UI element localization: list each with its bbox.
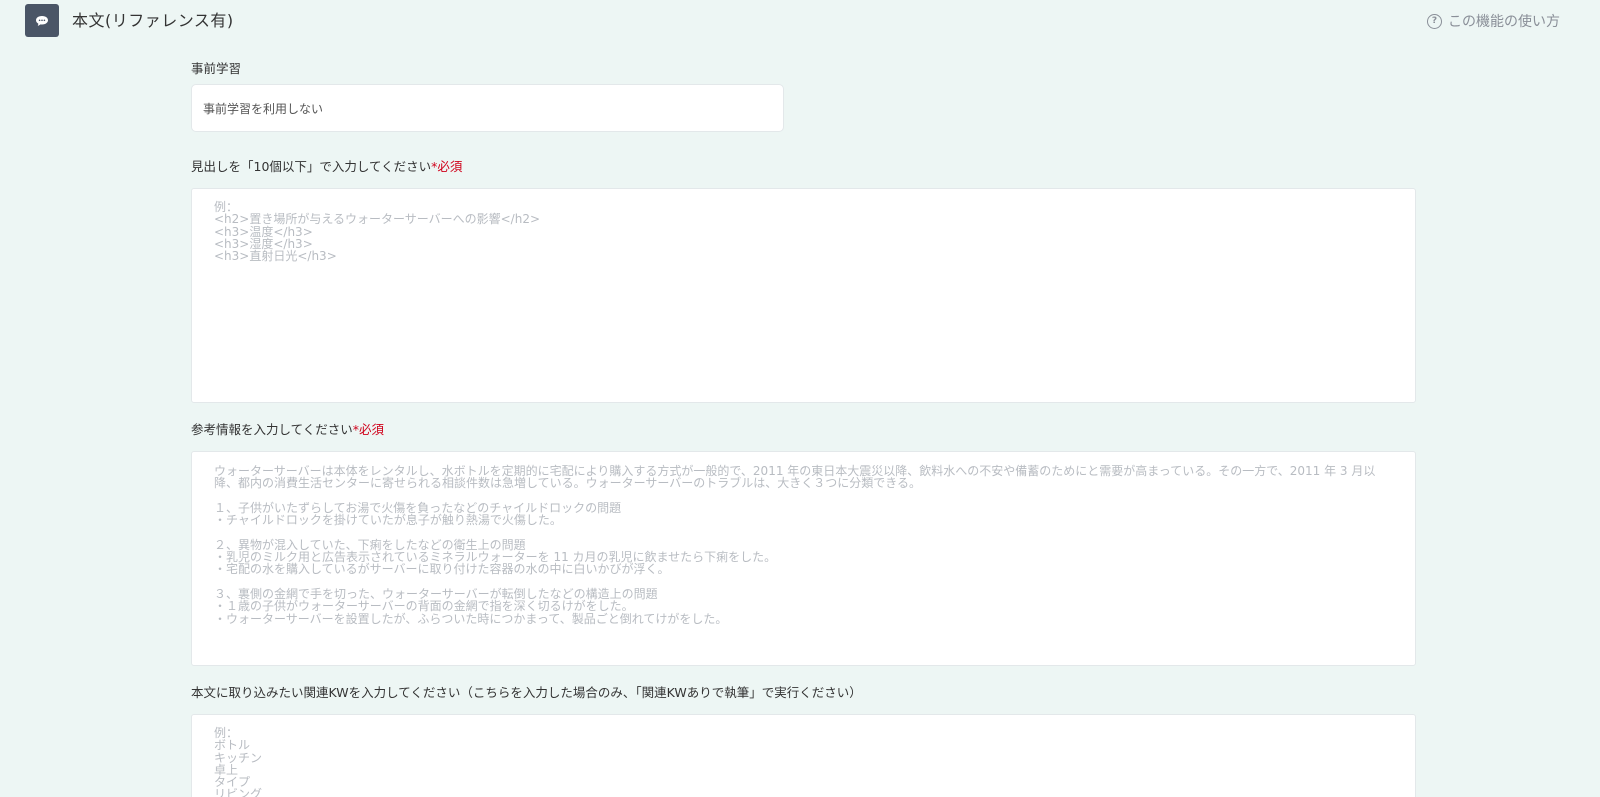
- keywords-label: 本文に取り込みたい関連KWを入力してください（こちらを入力した場合のみ、「関連K…: [191, 685, 862, 700]
- reference-label: 参考情報を入力してください: [191, 422, 353, 437]
- pre-learning-label: 事前学習: [191, 61, 242, 76]
- chat-bubble-icon: [25, 4, 59, 37]
- help-label: この機能の使い方: [1448, 14, 1560, 30]
- question-circle-icon: ?: [1427, 13, 1442, 29]
- page-title: 本文(リファレンス有): [72, 11, 234, 30]
- required-mark: *必須: [431, 159, 463, 174]
- required-mark: *必須: [352, 422, 385, 437]
- page: 本文(リファレンス有) ? この機能の使い方 事前学習 事前学習を利用しない 見…: [0, 0, 1600, 797]
- headings-label-row: 見出しを「10個以下」で入力してください*必須: [191, 156, 462, 175]
- keywords-textarea[interactable]: 例： ボトル キッチン 卓上 タイプ リビング: [191, 714, 1416, 797]
- help-link[interactable]: ? この機能の使い方: [1427, 11, 1560, 31]
- headings-label: 見出しを「10個以下」で入力してください: [191, 159, 432, 174]
- headings-textarea[interactable]: 例： <h2>置き場所が与えるウォーターサーバーへの影響</h2> <h3>温度…: [191, 188, 1416, 403]
- reference-label-row: 参考情報を入力してください*必須: [191, 419, 384, 438]
- reference-textarea[interactable]: ウォーターサーバーは本体をレンタルし、水ボトルを定期的に宅配により購入する方式が…: [191, 451, 1416, 666]
- pre-learning-select[interactable]: 事前学習を利用しない: [191, 84, 784, 132]
